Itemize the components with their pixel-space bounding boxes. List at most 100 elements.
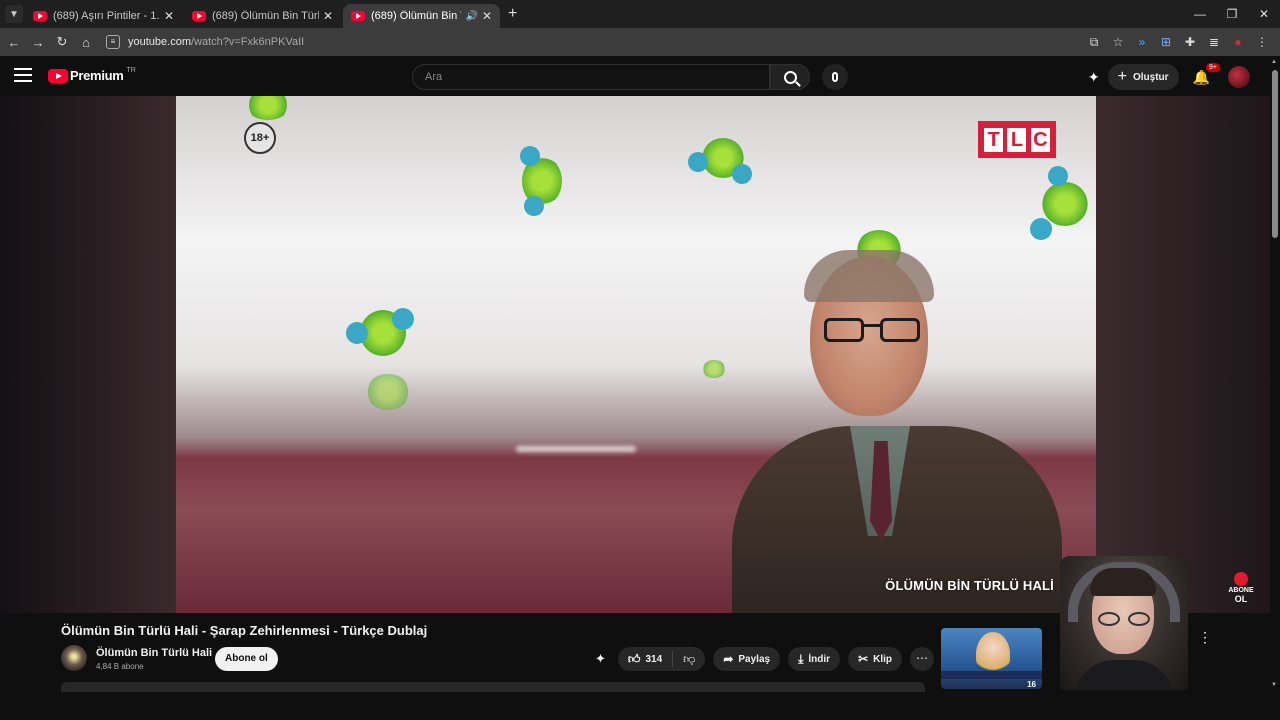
like-button[interactable]: 👍︎ 314 <box>618 651 674 667</box>
browser-tab[interactable]: (689) Aşırı Pintiler - 1. Sezon 4. B ✕ <box>25 4 182 28</box>
browser-tab-active[interactable]: (689) Ölümün Bin Türlü Hali 🔊 ✕ <box>343 4 500 28</box>
youtube-premium-logo[interactable]: Premium TR <box>48 67 136 83</box>
speaker-icon[interactable]: 🔊 <box>465 11 477 22</box>
scroll-up-icon[interactable]: ▲ <box>1271 59 1277 65</box>
download-label: İndir <box>808 653 831 665</box>
glasses <box>824 318 920 344</box>
thumbs-down-icon: 👎︎ <box>683 651 696 666</box>
atom-graphic <box>520 146 540 166</box>
profile-icon[interactable]: ● <box>1226 35 1250 49</box>
hair <box>804 250 934 302</box>
tab-title: (689) Ölümün Bin Türlü Hali - Yo <box>212 10 319 22</box>
video-player[interactable]: 18+ T L C ÖLÜMÜN BİN TÜRLÜ HALİ <box>176 96 1096 613</box>
search-icon <box>783 70 797 84</box>
header-actions: ✦ + Oluştur 🔔 9+ <box>1088 62 1250 90</box>
translate-icon[interactable]: ⊞ <box>1154 35 1178 49</box>
menu-hamburger-icon[interactable] <box>14 68 32 82</box>
window-controls: — ❐ ✕ <box>1184 0 1280 28</box>
atom-graphic <box>524 196 544 216</box>
logo-text: Premium <box>70 68 124 83</box>
forward-icon[interactable]: → <box>26 35 50 50</box>
search-input[interactable]: Ara <box>412 64 770 90</box>
channel-name[interactable]: Ölümün Bin Türlü Hali <box>96 647 212 659</box>
microphone-icon <box>832 72 838 82</box>
browser-menu-icon[interactable]: ⋮ <box>1250 35 1274 49</box>
tab-title: (689) Aşırı Pintiler - 1. Sezon 4. B <box>53 10 160 22</box>
thumbnail-ticker <box>941 671 1042 679</box>
molecule-graphic <box>702 360 726 378</box>
bookmark-star-icon[interactable]: ☆ <box>1106 35 1130 49</box>
subscribe-overlay-icon <box>1234 572 1248 586</box>
search-button[interactable] <box>770 64 810 90</box>
download-icon: ⤓ <box>798 651 804 666</box>
logo-letter: T <box>984 127 1004 152</box>
scrollbar-thumb[interactable] <box>1272 70 1278 238</box>
youtube-header: Premium TR Ara ✦ + Oluştur 🔔 9+ <box>0 56 1280 96</box>
share-icon: ➦ <box>723 652 734 666</box>
notifications-bell-icon[interactable]: 🔔 9+ <box>1193 62 1220 86</box>
close-tab-icon[interactable]: ✕ <box>482 9 492 23</box>
download-button[interactable]: ⤓ İndir <box>788 647 841 671</box>
back-icon[interactable]: ← <box>2 35 26 50</box>
molecule-graphic <box>246 96 290 120</box>
thumbnail-person <box>976 632 1010 676</box>
streamer-torso <box>1074 660 1174 690</box>
streamer-webcam <box>1060 556 1188 690</box>
share-button[interactable]: ➦ Paylaş <box>713 647 781 671</box>
molecule-graphic <box>1042 182 1088 226</box>
page-scrollbar[interactable]: ▲ ▼ <box>1270 56 1280 720</box>
notification-badge: 9+ <box>1206 62 1220 72</box>
minimize-icon[interactable]: — <box>1184 0 1216 28</box>
share-label: Paylaş <box>738 653 771 665</box>
scissors-icon: ✂ <box>858 652 869 666</box>
subscribe-button[interactable]: Abone ol <box>215 647 278 671</box>
description-box[interactable] <box>61 682 925 692</box>
address-bar: ← → ↻ ⌂ ≡ youtube.com/watch?v=Fxk6nPKVaI… <box>0 28 1280 56</box>
tab-title: (689) Ölümün Bin Türlü Hali <box>371 10 461 22</box>
subscribe-overlay-button[interactable]: ABONE OL <box>1228 572 1254 605</box>
logo-letter: L <box>1007 127 1027 152</box>
molecule-reflection <box>366 374 410 410</box>
home-icon[interactable]: ⌂ <box>74 35 98 50</box>
clip-button[interactable]: ✂ Klip <box>848 647 903 671</box>
youtube-play-logo-icon <box>48 68 68 83</box>
streamer-glasses <box>1098 612 1150 626</box>
site-info-icon[interactable]: ≡ <box>106 35 120 49</box>
extensions-puzzle-icon[interactable]: ✚ <box>1178 35 1202 49</box>
channel-avatar[interactable] <box>61 645 87 671</box>
tab-list-dropdown-icon[interactable]: ▼ <box>5 5 23 23</box>
media-controls-icon[interactable]: ≣ <box>1202 35 1226 49</box>
youtube-favicon-icon <box>192 11 206 21</box>
toolbar-icons: ⧉ ☆ » ⊞ ✚ ≣ ● ⋮ <box>1082 28 1274 56</box>
more-actions-icon[interactable]: ⋯ <box>910 647 935 671</box>
close-tab-icon[interactable]: ✕ <box>323 9 333 23</box>
restore-icon[interactable]: ❐ <box>1216 0 1248 28</box>
thumbs-up-icon: 👍︎ <box>627 651 641 666</box>
extension-audio-icon[interactable]: » <box>1130 35 1154 49</box>
light-streak <box>516 446 636 452</box>
new-tab-button[interactable]: + <box>508 5 517 23</box>
create-label: Oluştur <box>1133 71 1169 83</box>
ai-sparkle-icon[interactable]: ✦ <box>595 651 606 667</box>
voice-search-button[interactable] <box>822 64 848 90</box>
recommendation-menu-icon[interactable]: ⋮ <box>1198 629 1212 646</box>
reload-icon[interactable]: ↻ <box>50 34 74 50</box>
scroll-down-icon[interactable]: ▼ <box>1271 682 1277 688</box>
video-actions: ✦ 👍︎ 314 👎︎ ➦ Paylaş ⤓ İndir ✂ Klip ⋯ <box>595 647 935 671</box>
create-button[interactable]: + Oluştur <box>1107 64 1179 90</box>
ai-sparkle-icon[interactable]: ✦ <box>1088 69 1100 86</box>
browser-tab[interactable]: (689) Ölümün Bin Türlü Hali - Yo ✕ <box>184 4 341 28</box>
url-host: youtube.com <box>128 36 191 48</box>
install-app-icon[interactable]: ⧉ <box>1082 35 1106 50</box>
streamer-hair <box>1090 568 1156 596</box>
atom-graphic <box>688 152 708 172</box>
url-path: /watch?v=Fxk6nPKVaII <box>190 36 305 48</box>
atom-graphic <box>346 322 368 344</box>
overlay-text: ABONE <box>1228 587 1254 594</box>
account-avatar[interactable] <box>1228 66 1250 88</box>
close-window-icon[interactable]: ✕ <box>1248 0 1280 28</box>
dislike-button[interactable]: 👎︎ <box>673 652 705 667</box>
recommended-video-thumbnail[interactable]: 16 <box>941 628 1042 689</box>
url-field[interactable]: ≡ youtube.com/watch?v=Fxk6nPKVaII <box>106 31 304 53</box>
close-tab-icon[interactable]: ✕ <box>164 9 174 23</box>
